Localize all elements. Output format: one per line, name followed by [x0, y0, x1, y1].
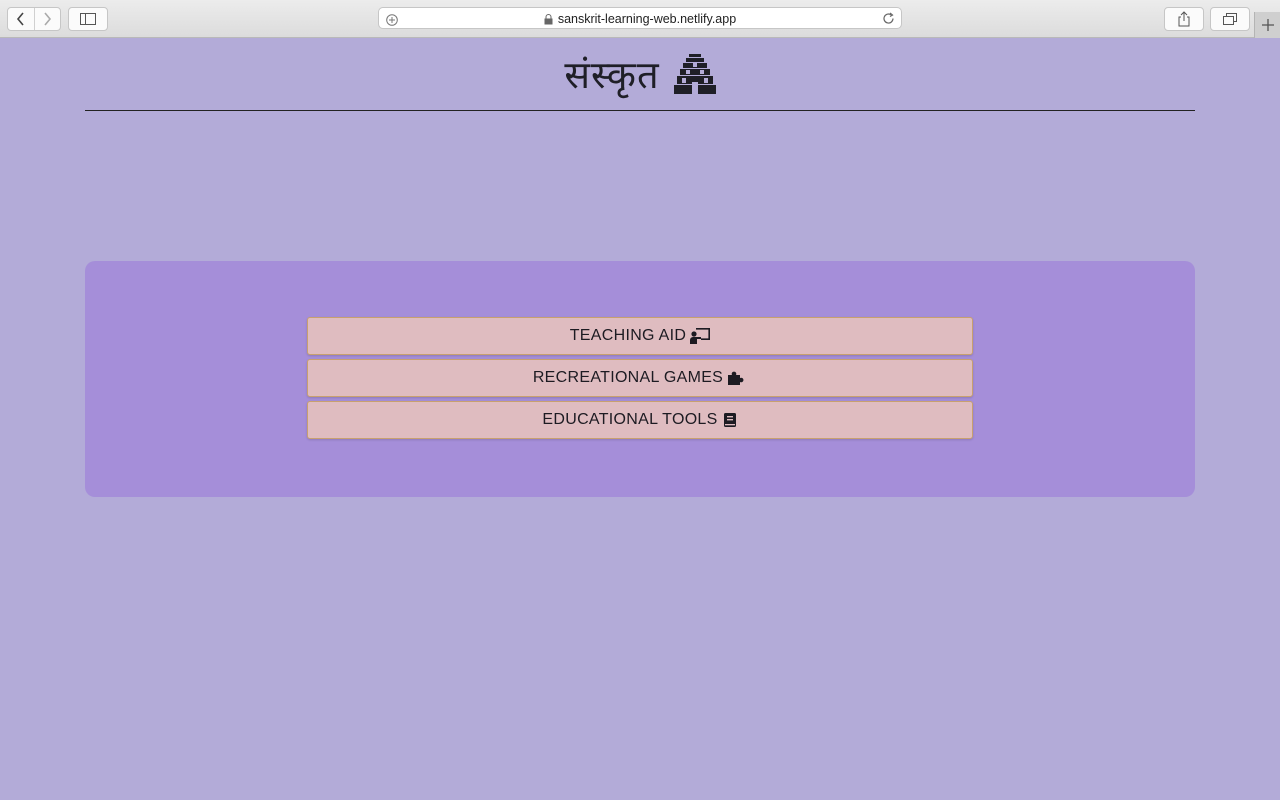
browser-toolbar: sanskrit-learning-web.netlify.app [0, 0, 1280, 38]
teaching-aid-label: TEACHING AID [569, 327, 687, 344]
plus-icon [1262, 19, 1274, 31]
reload-icon[interactable] [882, 12, 895, 30]
sidebar-toggle-button[interactable] [68, 7, 108, 31]
forward-button[interactable] [33, 8, 61, 30]
show-tabs-button[interactable] [1210, 7, 1250, 31]
book-icon [722, 412, 738, 428]
chevron-right-icon [44, 12, 52, 26]
recreational-games-button[interactable]: RECREATIONAL GAMES [307, 359, 973, 397]
chevron-left-icon [16, 12, 24, 26]
nav-buttons [7, 7, 61, 31]
back-button[interactable] [8, 8, 34, 30]
share-icon [1178, 11, 1190, 27]
sidebar-icon [80, 13, 96, 25]
puzzle-piece-icon [727, 370, 747, 386]
temple-icon [673, 54, 716, 94]
url-text: sanskrit-learning-web.netlify.app [557, 12, 737, 26]
address-bar[interactable]: sanskrit-learning-web.netlify.app [378, 7, 902, 29]
menu-panel: TEACHING AID RECREATIONAL GAMES EDUCATIO… [85, 261, 1195, 497]
educational-tools-label: EDUCATIONAL TOOLS [542, 411, 718, 428]
teaching-aid-button[interactable]: TEACHING AID [307, 317, 973, 355]
chalkboard-teacher-icon [690, 328, 711, 344]
site-title: संस्कृत [564, 53, 660, 97]
tabs-icon [1223, 13, 1237, 25]
site-header: संस्कृत [85, 38, 1195, 111]
new-tab-button[interactable] [1254, 12, 1280, 38]
lock-icon [544, 13, 553, 25]
recreational-games-label: RECREATIONAL GAMES [532, 369, 724, 386]
share-button[interactable] [1164, 7, 1204, 31]
educational-tools-button[interactable]: EDUCATIONAL TOOLS [307, 401, 973, 439]
